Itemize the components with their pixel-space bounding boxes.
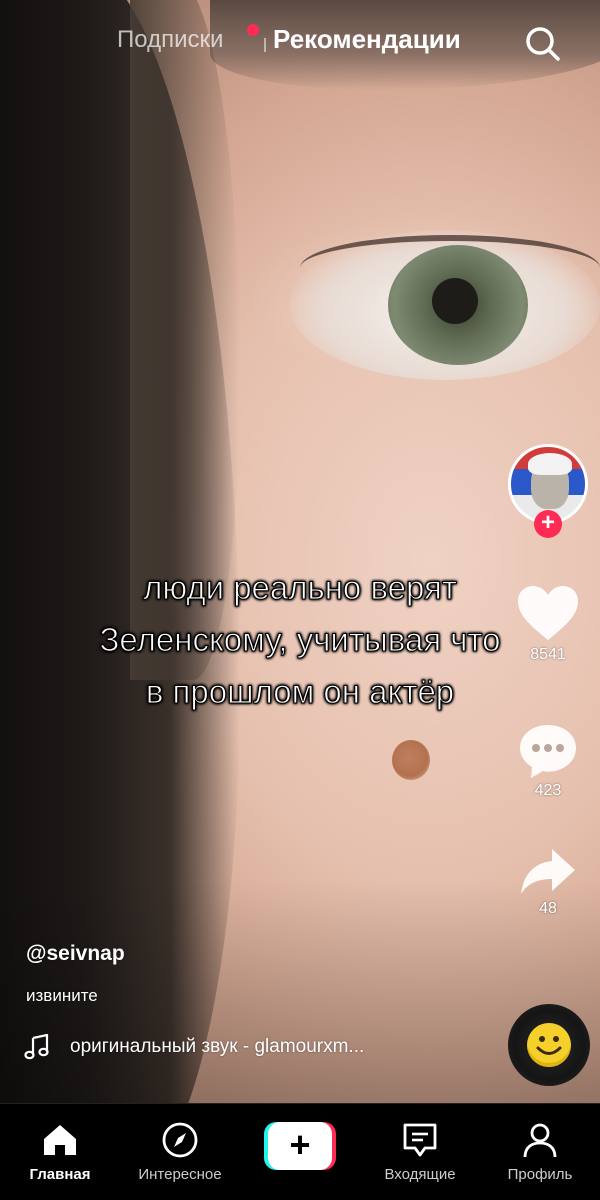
nav-home-label: Главная <box>29 1166 91 1183</box>
share-icon <box>521 849 575 894</box>
share-count: 48 <box>539 900 557 917</box>
tab-following[interactable]: Подписки <box>117 26 223 54</box>
creator-avatar-group: + <box>508 444 588 540</box>
comment-count: 423 <box>534 782 562 799</box>
home-icon <box>44 1125 76 1155</box>
sound-disc[interactable] <box>508 1004 590 1086</box>
video-text-overlay: люди реально верят Зеленскому, учитывая … <box>40 562 560 718</box>
video-description: извините <box>26 986 98 1005</box>
overlay-line: Зеленскому, учитывая что <box>99 621 501 659</box>
comment-button[interactable]: 423 <box>508 722 588 800</box>
tab-for-you[interactable]: Рекомендации <box>273 24 461 55</box>
feed-tabs: Подписки Рекомендации <box>0 24 600 64</box>
bottom-nav: Главная Интересное + Входящие Профиль <box>0 1103 600 1200</box>
like-count: 8541 <box>530 646 566 663</box>
nav-discover-label: Интересное <box>138 1166 222 1183</box>
music-note-icon <box>24 1034 49 1060</box>
tab-separator <box>264 38 266 52</box>
like-button[interactable]: 8541 <box>508 584 588 664</box>
follow-button[interactable]: + <box>534 510 562 538</box>
author-username[interactable]: @seivnap <box>26 942 125 966</box>
plus-icon: + <box>268 1122 332 1170</box>
nav-discover[interactable]: Интересное <box>125 1104 235 1183</box>
video-player[interactable] <box>0 0 600 1180</box>
app-screen: Подписки Рекомендации люди реально верят… <box>0 0 600 1200</box>
overlay-line: в прошлом он актёр <box>145 673 455 711</box>
avatar-hair <box>528 453 572 475</box>
search-icon <box>526 27 560 61</box>
video-frame-pupil <box>432 278 478 324</box>
nav-profile-label: Профиль <box>507 1166 573 1183</box>
smiley-icon <box>527 1023 571 1067</box>
share-button[interactable]: 48 <box>508 846 588 918</box>
like-icon <box>518 586 578 640</box>
overlay-line: люди реально верят <box>143 569 458 607</box>
nav-inbox-label: Входящие <box>384 1166 456 1183</box>
following-new-dot <box>247 24 259 36</box>
nav-home[interactable]: Главная <box>5 1104 115 1183</box>
profile-icon <box>523 1123 557 1158</box>
comment-icon <box>520 725 576 778</box>
nav-inbox[interactable]: Входящие <box>365 1104 475 1183</box>
nav-profile[interactable]: Профиль <box>485 1104 595 1183</box>
sound-title: оригинальный звук - glamourxm... <box>70 1036 365 1057</box>
compass-icon <box>162 1122 198 1158</box>
create-button[interactable]: + <box>264 1122 336 1170</box>
search-button[interactable] <box>522 24 562 64</box>
video-frame-mole <box>392 740 430 780</box>
inbox-icon <box>403 1123 437 1157</box>
